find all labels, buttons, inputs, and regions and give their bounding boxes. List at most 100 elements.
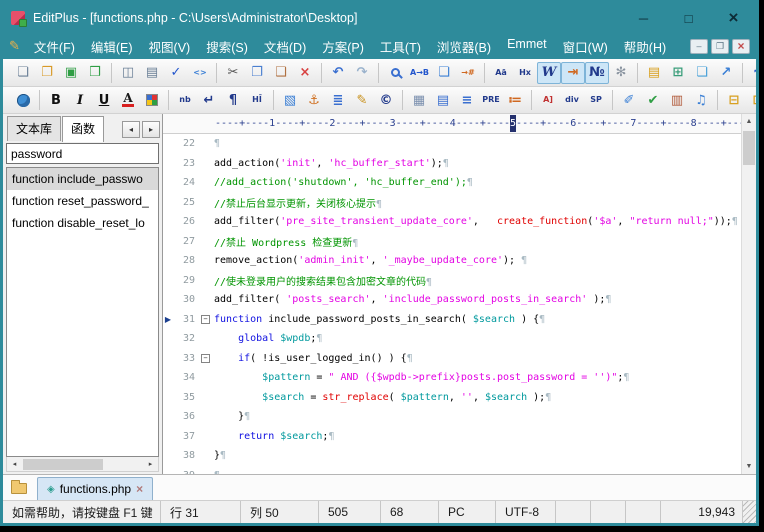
menu-item[interactable]: Emmet xyxy=(499,34,555,59)
bullet-list-button[interactable]: ≔ xyxy=(503,89,527,111)
code-line[interactable]: 39¶ xyxy=(163,466,741,475)
vscroll-thumb[interactable] xyxy=(743,131,755,165)
hscroll-thumb[interactable] xyxy=(23,459,103,470)
sidebar-tab-inactive[interactable]: 文本库 xyxy=(7,116,61,141)
code-line[interactable]: 38}¶ xyxy=(163,446,741,466)
italic-button[interactable]: I xyxy=(68,89,92,111)
save-all-button[interactable]: ❒ xyxy=(83,62,107,84)
underline-button[interactable]: U xyxy=(92,89,116,111)
code-line[interactable]: 29//使未登录用户的搜索结果包含加密文章的代码¶ xyxy=(163,271,741,291)
mdi-close-button[interactable]: × xyxy=(732,39,750,54)
html-tags-button[interactable]: <> xyxy=(188,62,212,84)
document-list-button[interactable]: ▤ xyxy=(642,62,666,84)
browser-button[interactable] xyxy=(11,89,35,111)
redo-button[interactable]: ↷ xyxy=(350,62,374,84)
line-break-button[interactable]: ↵ xyxy=(197,89,221,111)
span-tag-button[interactable]: SP xyxy=(584,89,608,111)
script-button[interactable]: ✐ xyxy=(617,89,641,111)
preferences-button[interactable]: ✻ xyxy=(609,62,633,84)
hscroll-right-arrow[interactable]: ▸ xyxy=(143,458,158,471)
color-palette-button[interactable] xyxy=(140,89,164,111)
form-field-button[interactable]: ⊟ xyxy=(722,89,746,111)
view-in-browser-button[interactable]: ❏ xyxy=(690,62,714,84)
note-button[interactable]: ✎ xyxy=(350,89,374,111)
open-file-button[interactable]: ❐ xyxy=(35,62,59,84)
print-button[interactable]: ▤ xyxy=(140,62,164,84)
menu-item[interactable]: 方案(P) xyxy=(314,34,372,59)
tab-scroll-right-button[interactable]: ▸ xyxy=(142,121,160,138)
code-line[interactable]: 32 global $wpdb;¶ xyxy=(163,329,741,349)
table-button[interactable]: ▦ xyxy=(407,89,431,111)
bold-button[interactable]: B xyxy=(44,89,68,111)
close-button[interactable]: × xyxy=(711,3,756,33)
paragraph-center-button[interactable]: ≡ xyxy=(455,89,479,111)
copy-button[interactable]: ❐ xyxy=(245,62,269,84)
find-button[interactable] xyxy=(383,62,407,84)
form-button-button[interactable]: ⊡ xyxy=(746,89,756,111)
split-window-button[interactable]: ⊞ xyxy=(666,62,690,84)
media-button[interactable]: ▥ xyxy=(665,89,689,111)
function-list-item[interactable]: function include_passwo xyxy=(7,168,158,190)
replace-button[interactable]: A→B xyxy=(407,62,432,84)
anchor-button[interactable]: ⚓ xyxy=(302,89,326,111)
code-lines[interactable]: 22¶23add_action('init', 'hc_buffer_start… xyxy=(163,134,741,474)
paste-button[interactable]: ❑ xyxy=(269,62,293,84)
open-in-browser-button[interactable]: ↗ xyxy=(714,62,738,84)
menu-item[interactable]: 文档(D) xyxy=(256,34,314,59)
spell-check-button[interactable]: ✓ xyxy=(164,62,188,84)
div-tag-button[interactable]: div xyxy=(560,89,584,111)
nonbreaking-space-button[interactable]: nb xyxy=(173,89,197,111)
copyright-button[interactable]: © xyxy=(374,89,398,111)
document-tab[interactable]: ◈ functions.php × xyxy=(37,477,153,500)
cut-button[interactable]: ✂ xyxy=(221,62,245,84)
code-line[interactable]: 25//禁止后台显示更新，关闭核心提示¶ xyxy=(163,193,741,213)
heading-button[interactable]: HĪ xyxy=(245,89,269,111)
paragraph-button[interactable]: ¶ xyxy=(221,89,245,111)
menu-item[interactable]: 搜索(S) xyxy=(198,34,256,59)
code-line[interactable]: 30add_filter( 'posts_search', 'include_p… xyxy=(163,290,741,310)
function-list-item[interactable]: function disable_reset_lo xyxy=(7,212,158,234)
resize-grip[interactable] xyxy=(743,501,756,523)
menu-item[interactable]: 文件(F) xyxy=(26,34,83,59)
fold-collapse-icon[interactable]: − xyxy=(201,315,210,324)
directory-window-button[interactable] xyxy=(7,477,31,499)
line-numbers-button[interactable]: № xyxy=(585,62,609,84)
code-line[interactable]: 22¶ xyxy=(163,134,741,154)
menu-item[interactable]: 工具(T) xyxy=(372,34,429,59)
code-line[interactable]: ▶31−function include_password_posts_in_s… xyxy=(163,310,741,330)
sidebar-tab-active[interactable]: 函数 xyxy=(62,116,104,142)
menu-item[interactable]: 视图(V) xyxy=(141,34,199,59)
sidebar-hscrollbar[interactable]: ◂ ▸ xyxy=(6,457,159,472)
maximize-button[interactable]: □ xyxy=(666,3,711,33)
tab-scroll-left-button[interactable]: ◂ xyxy=(122,121,140,138)
menu-item[interactable]: 窗口(W) xyxy=(555,34,616,59)
horizontal-rule-button[interactable]: ≣ xyxy=(326,89,350,111)
code-line[interactable]: 24//add_action('shutdown', 'hc_buffer_en… xyxy=(163,173,741,193)
mdi-restore-button[interactable]: ❐ xyxy=(711,39,729,54)
undo-button[interactable]: ↶ xyxy=(326,62,350,84)
hscroll-left-arrow[interactable]: ◂ xyxy=(7,458,22,471)
syntax-check-button[interactable]: ✔ xyxy=(641,89,665,111)
print-preview-button[interactable]: ◫ xyxy=(116,62,140,84)
code-line[interactable]: 37 return $search;¶ xyxy=(163,427,741,447)
code-line[interactable]: 35 $search = str_replace( $pattern, '', … xyxy=(163,388,741,408)
vscroll-up-arrow[interactable]: ▲ xyxy=(742,114,756,129)
delete-button[interactable]: × xyxy=(293,62,317,84)
image-button[interactable]: ▧ xyxy=(278,89,302,111)
anchor-link-button[interactable]: A] xyxy=(536,89,560,111)
mdi-minimize-button[interactable]: – xyxy=(690,39,708,54)
code-line[interactable]: 26add_filter('pre_site_transient_update_… xyxy=(163,212,741,232)
menu-item[interactable]: 帮助(H) xyxy=(616,34,674,59)
fold-collapse-icon[interactable]: − xyxy=(201,354,210,363)
editor-vscrollbar[interactable]: ▲ ▼ xyxy=(741,114,756,474)
vscroll-track[interactable] xyxy=(742,129,756,459)
tab-close-icon[interactable]: × xyxy=(136,483,143,495)
find-in-files-button[interactable]: ❏ xyxy=(432,62,456,84)
menu-item[interactable]: 浏览器(B) xyxy=(429,34,499,59)
menu-item[interactable]: 编辑(E) xyxy=(83,34,141,59)
code-line[interactable]: 34 $pattern = " AND ({$wpdb->prefix}post… xyxy=(163,368,741,388)
context-help-button[interactable]: ↖? xyxy=(747,62,756,84)
audio-button[interactable]: ♫ xyxy=(689,89,713,111)
function-search-input[interactable] xyxy=(6,143,159,164)
goto-line-button[interactable]: →# xyxy=(456,62,480,84)
